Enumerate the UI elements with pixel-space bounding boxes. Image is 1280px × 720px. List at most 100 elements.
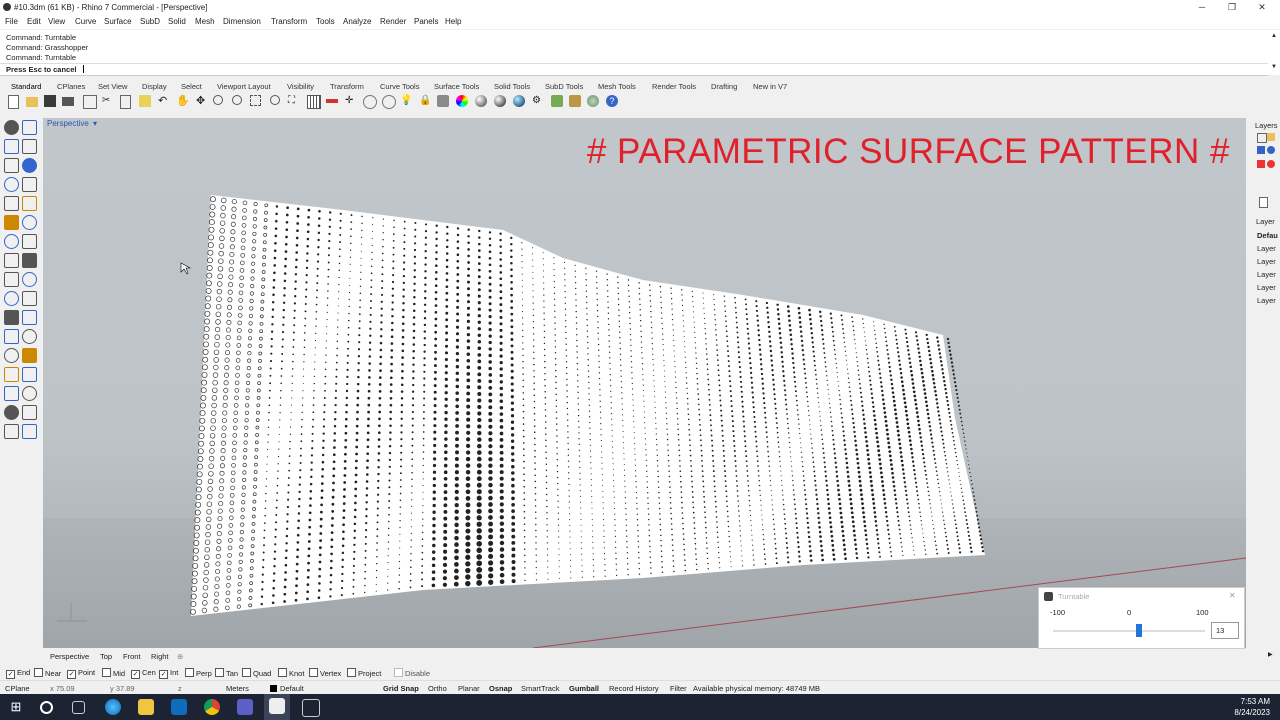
chrome-icon[interactable] [204,699,220,715]
surface-tool-icon[interactable] [4,215,19,230]
osnap-disable[interactable]: Disable [394,668,430,678]
close-button[interactable]: ✕ [1246,1,1278,14]
osnap-checkbox[interactable] [185,668,194,677]
options-icon[interactable] [569,95,581,107]
osnap-checkbox[interactable] [278,668,287,677]
gumball-toggle[interactable]: Gumball [569,684,599,693]
zoom-app-icon[interactable] [302,699,320,717]
restore-button[interactable]: ❐ [1216,1,1248,14]
layer-item[interactable]: Layer [1257,270,1276,279]
tab-set-view[interactable]: Set View [98,82,127,91]
osnap-checkbox[interactable]: ✓ [159,670,168,679]
layer-page-icon[interactable] [1259,197,1268,208]
zoom-extents-icon[interactable] [250,95,261,106]
check-tool-icon[interactable] [22,405,37,420]
trim-tool-icon[interactable] [22,272,37,287]
units-label[interactable]: Meters [226,684,249,693]
join-tool-icon[interactable] [22,291,37,306]
render-tool-icon[interactable] [22,424,37,439]
add-viewport-tab-icon[interactable]: ⊕ [177,652,183,661]
menu-tools[interactable]: Tools [316,17,335,26]
osnap-checkbox[interactable] [102,668,111,677]
osnap-checkbox[interactable] [34,668,43,677]
slider-track[interactable] [1053,624,1205,637]
system-clock[interactable]: 7:53 AM 8/24/2023 [1234,696,1270,718]
layers-panel-header[interactable]: Layers [1255,121,1278,130]
panel-scroll-icon[interactable]: ▶ [1268,651,1273,658]
osnap-checkbox[interactable]: ✓ [6,670,15,679]
search-icon[interactable] [40,701,53,714]
print-icon[interactable] [62,97,74,106]
select-filter-icon[interactable] [326,99,338,103]
osnap-near[interactable]: Near [34,668,61,678]
extrude-tool-icon[interactable] [22,215,37,230]
menu-file[interactable]: File [5,17,18,26]
cplane-label[interactable]: CPlane [5,684,30,693]
menu-surface[interactable]: Surface [104,17,132,26]
tab-mesh-tools[interactable]: Mesh Tools [598,82,636,91]
tab-standard[interactable]: Standard [11,82,41,91]
record-history-toggle[interactable]: Record History [609,684,659,693]
ortho-toggle[interactable]: Ortho [428,684,447,693]
globe-icon[interactable] [587,95,599,107]
point-tool-icon[interactable] [22,120,37,135]
polygon-tool-icon[interactable] [22,177,37,192]
osnap-checkbox[interactable]: ✓ [131,670,140,679]
filter-toggle[interactable]: Filter [670,684,687,693]
osnap-knot[interactable]: Knot [278,668,304,678]
menu-help[interactable]: Help [445,17,461,26]
tab-cplanes[interactable]: CPlanes [57,82,85,91]
shaded-sphere-icon[interactable] [475,95,487,107]
viewport-title[interactable]: Perspective [47,119,89,128]
menu-view[interactable]: View [48,17,65,26]
tab-viewport-layout[interactable]: Viewport Layout [217,82,271,91]
tab-visibility[interactable]: Visibility [287,82,314,91]
new-file-icon[interactable] [8,95,19,109]
osnap-checkbox[interactable] [215,668,224,677]
tab-drafting[interactable]: Drafting [711,82,737,91]
current-layer[interactable]: Default [280,684,304,693]
import-icon[interactable] [83,95,97,109]
copy-icon[interactable] [120,95,131,109]
rectangle-tool-icon[interactable] [4,177,19,192]
menu-render[interactable]: Render [380,17,406,26]
layer-material-icon[interactable] [1267,160,1275,168]
render-icon[interactable] [513,95,525,107]
scroll-up-icon[interactable]: ▲ [1271,33,1277,39]
tab-right[interactable]: Right [151,652,169,661]
explode-tool-icon[interactable] [4,310,19,325]
move-icon[interactable]: ✛ [345,95,357,107]
menu-curve[interactable]: Curve [75,17,96,26]
analyze-tool-icon[interactable] [4,424,19,439]
menu-dimension[interactable]: Dimension [223,17,261,26]
four-viewports-icon[interactable]: ⛶ [288,95,300,107]
polyline-tool-icon[interactable] [4,139,19,154]
teams-icon[interactable] [237,699,253,715]
fillet-tool-icon[interactable] [4,272,19,287]
circle-tool-icon[interactable] [4,158,19,173]
smarttrack-toggle[interactable]: SmartTrack [521,684,559,693]
osnap-toggle[interactable]: Osnap [489,684,512,693]
rendered-sphere-icon[interactable] [494,95,506,107]
ellipse-tool-icon[interactable] [4,196,19,211]
menu-analyze[interactable]: Analyze [343,17,371,26]
tab-new-in-v7[interactable]: New in V7 [753,82,787,91]
menu-edit[interactable]: Edit [27,17,41,26]
osnap-end[interactable]: ✓ End [6,668,30,679]
task-view-icon[interactable] [72,701,85,714]
viewport-menu-icon[interactable]: ▾ [93,119,97,128]
grid-icon[interactable] [307,95,321,109]
grasshopper-icon[interactable] [551,95,563,107]
menu-mesh[interactable]: Mesh [195,17,215,26]
cylinder-tool-icon[interactable] [4,253,19,268]
tab-surface-tools[interactable]: Surface Tools [434,82,479,91]
osnap-int[interactable]: ✓ Int [159,668,178,679]
osnap-checkbox[interactable] [309,668,318,677]
windows-start-icon[interactable]: ⊞ [8,699,24,715]
open-folder-icon[interactable] [26,97,38,107]
osnap-quad[interactable]: Quad [242,668,271,678]
layer-filter-icon[interactable] [1257,146,1265,154]
scroll-down-icon[interactable]: ▼ [1271,64,1277,70]
menu-transform[interactable]: Transform [271,17,307,26]
rhino-taskbar-button[interactable] [264,694,290,720]
